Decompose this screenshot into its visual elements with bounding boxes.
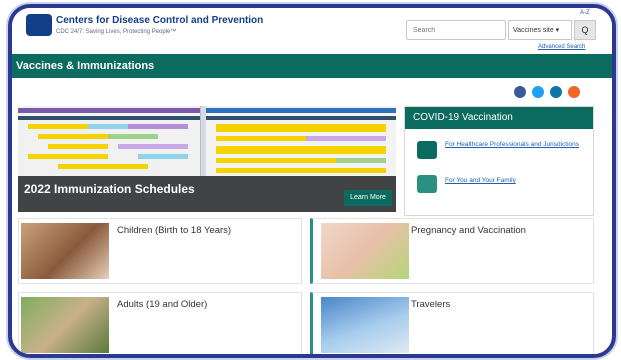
adults-card[interactable]: Adults (19 and Older) (18, 292, 302, 354)
twitter-icon[interactable] (532, 86, 544, 98)
syndicate-icon[interactable] (568, 86, 580, 98)
immunization-schedule-banner[interactable]: 2022 Immunization Schedules Learn More (18, 106, 396, 212)
adults-photo (21, 297, 109, 353)
children-card-label[interactable]: Children (Birth to 18 Years) (117, 225, 231, 236)
cdc-logo-icon[interactable] (26, 14, 52, 36)
covid-vaccination-panel: COVID-19 Vaccination For Healthcare Prof… (404, 106, 594, 216)
a-z-link[interactable]: A-Z (580, 10, 590, 16)
schedule-title[interactable]: 2022 Immunization Schedules (24, 182, 195, 196)
search-icon: Q (581, 25, 589, 35)
adults-card-label[interactable]: Adults (19 and Older) (117, 299, 207, 310)
pregnancy-photo (321, 223, 409, 279)
org-subtitle: CDC 24/7: Saving Lives, Protecting Peopl… (56, 29, 177, 35)
browser-frame: Centers for Disease Control and Preventi… (8, 4, 616, 358)
pregnancy-card[interactable]: Pregnancy and Vaccination (310, 218, 594, 284)
travelers-photo (321, 297, 409, 353)
travelers-card-label[interactable]: Travelers (411, 299, 450, 310)
facebook-icon[interactable] (514, 86, 526, 98)
advanced-search-link[interactable]: Advanced Search (538, 44, 585, 50)
section-title[interactable]: Vaccines & Immunizations (16, 60, 154, 72)
linkedin-icon[interactable] (550, 86, 562, 98)
org-title[interactable]: Centers for Disease Control and Preventi… (56, 15, 263, 26)
site-header: Centers for Disease Control and Preventi… (12, 8, 612, 54)
schedule-caption-overlay: 2022 Immunization Schedules Learn More (18, 176, 396, 212)
healthcare-professionals-icon (417, 141, 437, 159)
search-button[interactable]: Q (574, 20, 596, 40)
family-icon (417, 175, 437, 193)
section-nav-bar: Vaccines & Immunizations (12, 54, 612, 78)
you-and-family-link[interactable]: For You and Your Family (445, 177, 585, 184)
travelers-card[interactable]: Travelers (310, 292, 594, 354)
learn-more-button[interactable]: Learn More (344, 190, 392, 206)
covid-panel-title: COVID-19 Vaccination (405, 107, 593, 129)
children-photo (21, 223, 109, 279)
pregnancy-card-label[interactable]: Pregnancy and Vaccination (411, 225, 526, 236)
children-card[interactable]: Children (Birth to 18 Years) (18, 218, 302, 284)
child-schedule-thumbnail (18, 106, 201, 176)
search-scope-select[interactable]: Vaccines site ▾ (508, 20, 572, 40)
healthcare-professionals-link[interactable]: For Healthcare Professionals and Jurisdi… (445, 141, 585, 148)
adult-schedule-thumbnail (206, 106, 396, 176)
search-input[interactable] (406, 20, 506, 40)
